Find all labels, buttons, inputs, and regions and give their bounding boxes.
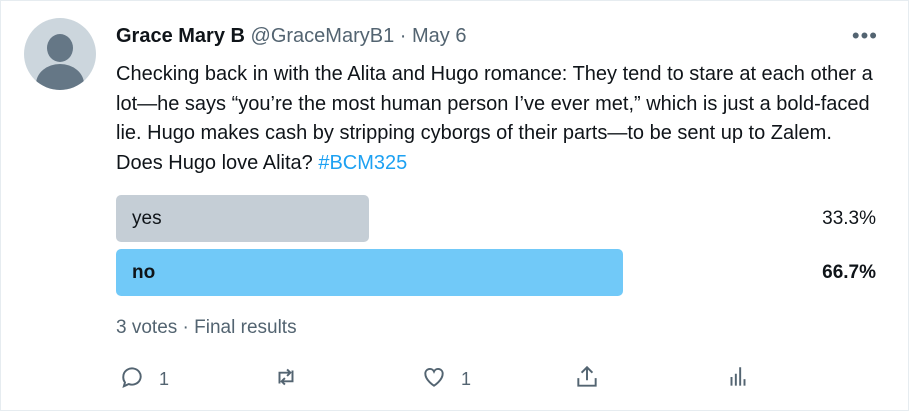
avatar-head	[47, 34, 73, 62]
poll-option-label: yes	[132, 208, 162, 229]
avatar[interactable]	[24, 18, 96, 90]
reply-button[interactable]: 1	[119, 361, 169, 397]
poll-votes: 3 votes	[116, 317, 178, 338]
like-count: 1	[461, 368, 472, 389]
reply-icon	[119, 364, 145, 395]
poll-meta: 3 votes · Final results	[116, 317, 297, 339]
poll-bar-no	[116, 249, 623, 296]
tweet-date[interactable]: May 6	[412, 25, 466, 47]
action-bar: 1 1	[116, 361, 876, 397]
poll-option-percent: 33.3%	[822, 208, 876, 229]
share-button[interactable]	[574, 361, 600, 397]
like-icon	[421, 364, 447, 395]
avatar-body	[36, 64, 84, 90]
tweet-text: Checking back in with the Alita and Hugo…	[116, 60, 876, 178]
analytics-button[interactable]	[725, 361, 751, 397]
poll-status: Final results	[194, 317, 297, 338]
tweet-header: Grace Mary B @GraceMaryB1 · May 6	[116, 23, 466, 49]
author-name[interactable]: Grace Mary B	[116, 25, 245, 47]
tweet-body: Checking back in with the Alita and Hugo…	[116, 63, 873, 174]
analytics-icon	[725, 364, 751, 395]
like-button[interactable]: 1	[421, 361, 471, 397]
poll-option-percent: 66.7%	[822, 262, 876, 283]
share-icon	[574, 364, 600, 395]
meta-separator: ·	[182, 317, 195, 338]
hashtag-link[interactable]: #BCM325	[318, 152, 407, 174]
retweet-button[interactable]	[273, 361, 313, 397]
more-options-icon[interactable]: •••	[852, 23, 878, 49]
retweet-icon	[273, 364, 299, 395]
poll-option-label: no	[132, 262, 156, 283]
reply-count: 1	[159, 368, 170, 389]
author-handle[interactable]: @GraceMaryB1	[251, 25, 395, 47]
separator-dot: ·	[399, 25, 407, 47]
poll-option-no: no 66.7%	[116, 249, 876, 296]
tweet-card[interactable]: Grace Mary B @GraceMaryB1 · May 6 ••• Ch…	[0, 0, 909, 411]
poll-option-yes: yes 33.3%	[116, 195, 876, 242]
